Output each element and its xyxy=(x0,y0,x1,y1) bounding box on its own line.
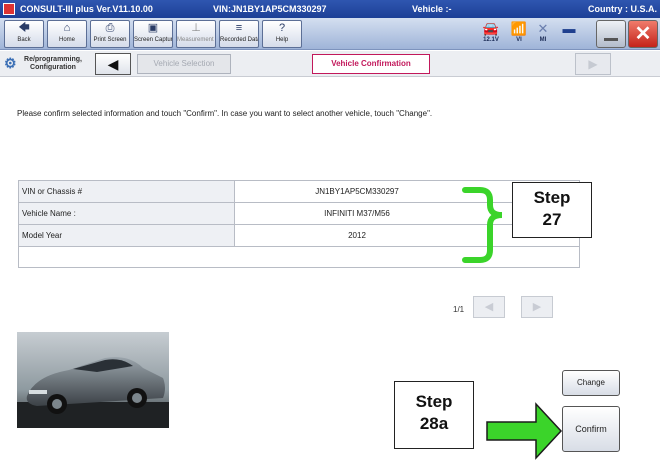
vin-readout: VIN:JN1BY1AP5CM330297 xyxy=(213,4,327,14)
battery-status: 🚘 12.1V xyxy=(476,21,506,43)
screen-capture-button[interactable]: ▣ Screen Capture xyxy=(133,20,173,48)
app-logo-icon xyxy=(3,3,15,15)
breadcrumb-back-button[interactable]: ◀ xyxy=(95,53,131,75)
crumb-reprogramming[interactable]: ⚙ Re/programming, Configuration xyxy=(3,53,85,75)
printer-icon: ⎙ xyxy=(105,22,115,34)
step-28a-callout: Step 28a xyxy=(394,381,474,449)
breadcrumb: ⚙ Re/programming, Configuration ◀ Vehicl… xyxy=(0,51,660,77)
back-button[interactable]: 🡄 Back xyxy=(4,20,44,48)
triangle-right-icon: ▶ xyxy=(588,57,598,71)
step-27-line2: 27 xyxy=(542,210,562,229)
country-readout: Country : U.S.A. xyxy=(588,4,657,14)
table-row: Vehicle Name : INFINITI M37/M56 xyxy=(19,203,579,225)
vin-label: VIN or Chassis # xyxy=(19,181,235,202)
vehicle-info-table: VIN or Chassis # JN1BY1AP5CM330297 Vehic… xyxy=(18,180,580,268)
triangle-left-icon: ◀ xyxy=(107,56,119,72)
camera-icon: ▣ xyxy=(147,22,159,34)
device-status: ▬ xyxy=(558,21,580,37)
toolbar: 🡄 Back ⌂ Home ⎙ Print Screen ▣ Screen Ca… xyxy=(0,18,660,50)
tab-vehicle-confirmation[interactable]: Vehicle Confirmation xyxy=(312,54,430,74)
close-icon: ✕ xyxy=(634,23,652,45)
table-row: Model Year 2012 xyxy=(19,225,579,247)
home-button[interactable]: ⌂ Home xyxy=(47,20,87,48)
screen-capture-label: Screen Capture xyxy=(134,37,172,43)
signal-icon: 📶 xyxy=(510,21,528,36)
triangle-left-icon: ◀ xyxy=(484,301,494,313)
vi-label: VI xyxy=(516,37,522,43)
measurement-icon: ⊥ xyxy=(191,22,201,34)
vehicle-readout: Vehicle :- xyxy=(412,4,452,14)
vi-status: 📶 VI xyxy=(508,21,530,43)
battery-voltage: 12.1V xyxy=(483,37,499,43)
model-year-label: Model Year xyxy=(19,225,235,246)
green-arrow xyxy=(486,402,563,460)
back-label: Back xyxy=(17,37,31,43)
wrench-icon: ⚙ xyxy=(4,55,17,71)
mi-label: MI xyxy=(539,37,547,43)
step-27-line1: Step xyxy=(533,188,571,207)
step-28a-line1: Step xyxy=(415,392,453,411)
recorded-data-button[interactable]: ≡ Recorded Data xyxy=(219,20,259,48)
table-row-empty xyxy=(19,247,579,267)
help-label: Help xyxy=(275,37,289,43)
car-battery-icon: 🚘 xyxy=(482,21,500,36)
page-indicator: 1/1 xyxy=(453,305,465,314)
vehicle-name-label: Vehicle Name : xyxy=(19,203,235,224)
battery-icon: ▬ xyxy=(562,21,576,36)
change-button[interactable]: Change xyxy=(562,370,620,396)
home-label: Home xyxy=(58,37,75,43)
model-year-value: 2012 xyxy=(235,225,479,246)
title-bar: CONSULT-III plus Ver.V11.10.00 VIN:JN1BY… xyxy=(0,0,660,18)
recorded-data-label: Recorded Data xyxy=(220,37,258,43)
step-27-callout: Step 27 xyxy=(512,182,592,238)
triangle-right-icon: ▶ xyxy=(532,301,542,313)
vehicle-name-value: INFINITI M37/M56 xyxy=(235,203,479,224)
recorded-data-icon: ≡ xyxy=(235,22,243,34)
table-row: VIN or Chassis # JN1BY1AP5CM330297 xyxy=(19,181,579,203)
minimize-button[interactable] xyxy=(596,20,626,48)
home-icon: ⌂ xyxy=(63,22,71,34)
prev-page-button[interactable]: ◀ xyxy=(473,296,505,318)
breadcrumb-forward-button[interactable]: ▶ xyxy=(575,53,611,75)
print-screen-label: Print Screen xyxy=(93,37,127,43)
vehicle-image xyxy=(17,332,169,428)
mi-status: ✕ MI xyxy=(532,21,554,43)
close-button[interactable]: ✕ xyxy=(628,20,658,48)
vin-value: JN1BY1AP5CM330297 xyxy=(235,181,479,202)
tab-vehicle-selection[interactable]: Vehicle Selection xyxy=(137,54,231,74)
crumb-reprogramming-label: Re/programming, Configuration xyxy=(24,56,82,71)
measurement-mode-label: Measurement Mode xyxy=(177,37,215,43)
back-arrow-icon: 🡄 xyxy=(18,22,30,34)
next-page-button[interactable]: ▶ xyxy=(521,296,553,318)
measurement-mode-button[interactable]: ⊥ Measurement Mode xyxy=(176,20,216,48)
print-screen-button[interactable]: ⎙ Print Screen xyxy=(90,20,130,48)
help-button[interactable]: ? Help xyxy=(262,20,302,48)
instruction-text: Please confirm selected information and … xyxy=(17,109,433,118)
confirm-button[interactable]: Confirm xyxy=(562,406,620,452)
help-icon: ? xyxy=(278,22,286,34)
app-title: CONSULT-III plus Ver.V11.10.00 xyxy=(20,4,153,14)
mi-disconnected-icon: ✕ xyxy=(537,21,549,36)
step-28a-line2: 28a xyxy=(419,414,449,433)
